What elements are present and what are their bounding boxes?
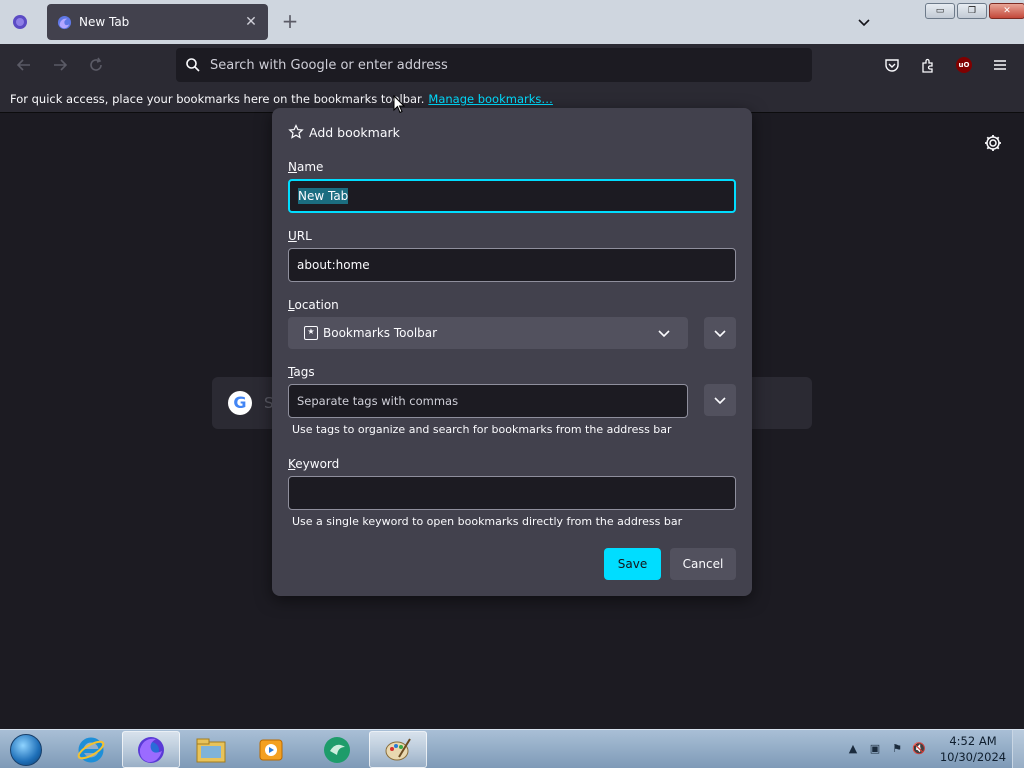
clock-time: 4:52 AM bbox=[949, 734, 997, 748]
taskbar-firefox[interactable] bbox=[122, 731, 180, 768]
keyword-label-rest: eyword bbox=[295, 457, 340, 471]
name-field-value: New Tab bbox=[298, 188, 349, 204]
tags-placeholder: Separate tags with commas bbox=[297, 394, 459, 408]
action-center-flag-icon[interactable]: ⚑ bbox=[889, 740, 905, 756]
ublock-origin-icon[interactable]: uO bbox=[954, 55, 974, 75]
taskbar-paint[interactable] bbox=[369, 731, 427, 768]
taskbar-file-explorer[interactable] bbox=[182, 731, 240, 768]
keyword-hint: Use a single keyword to open bookmarks d… bbox=[292, 515, 683, 528]
taskbar-green-app[interactable] bbox=[308, 731, 366, 768]
keyword-field[interactable] bbox=[288, 476, 736, 510]
pocket-icon[interactable] bbox=[882, 55, 902, 75]
url-label-rest: RL bbox=[296, 229, 312, 243]
url-label-access-key: U bbox=[288, 229, 297, 243]
location-dropdown[interactable]: ★ Bookmarks Toolbar bbox=[288, 317, 688, 349]
google-icon: G bbox=[228, 391, 252, 415]
close-window-button[interactable]: ✕ bbox=[989, 3, 1024, 19]
show-hidden-icons-icon[interactable]: ▲ bbox=[845, 740, 861, 756]
gear-icon[interactable] bbox=[983, 133, 1003, 153]
chevron-down-icon bbox=[714, 397, 726, 405]
search-icon bbox=[186, 58, 200, 72]
windows-logo-icon bbox=[10, 734, 42, 766]
add-bookmark-dialog: Add bookmark Name New Tab URL about:home… bbox=[272, 108, 752, 596]
firefox-icon bbox=[13, 15, 27, 29]
start-button[interactable] bbox=[4, 732, 48, 768]
forward-arrow-icon[interactable] bbox=[50, 55, 70, 75]
minimize-button[interactable]: ▭ bbox=[925, 3, 955, 19]
tags-label: Tags bbox=[288, 365, 315, 379]
address-bar[interactable] bbox=[176, 48, 812, 82]
tab-bar: New Tab ✕ + ▭ ❐ ✕ bbox=[0, 0, 1024, 44]
new-tab-button[interactable]: + bbox=[279, 11, 301, 33]
restore-button[interactable]: ❐ bbox=[957, 3, 987, 19]
back-arrow-icon[interactable] bbox=[14, 55, 34, 75]
tab-new-tab[interactable]: New Tab ✕ bbox=[47, 4, 268, 40]
show-desktop-button[interactable] bbox=[1012, 730, 1024, 768]
taskbar-internet-explorer[interactable] bbox=[62, 731, 120, 768]
volume-muted-icon[interactable]: 🔇 bbox=[911, 740, 927, 756]
location-label: Location bbox=[288, 298, 339, 312]
extensions-icon[interactable] bbox=[918, 55, 938, 75]
taskbar-clock[interactable]: 4:52 AM 10/30/2024 bbox=[938, 733, 1008, 765]
save-button[interactable]: Save bbox=[604, 548, 661, 580]
chevron-down-icon bbox=[714, 330, 726, 338]
tags-field[interactable]: Separate tags with commas bbox=[288, 384, 688, 418]
name-label: Name bbox=[288, 160, 323, 174]
cancel-button[interactable]: Cancel bbox=[670, 548, 736, 580]
windows-taskbar: ▲ ▣ ⚑ 🔇 4:52 AM 10/30/2024 bbox=[0, 729, 1024, 768]
firefox-view-button[interactable] bbox=[6, 8, 34, 36]
location-selected-value: Bookmarks Toolbar bbox=[323, 326, 438, 340]
list-all-tabs-chevron-icon[interactable] bbox=[854, 12, 874, 32]
media-player-icon bbox=[259, 739, 283, 760]
system-tray: ▲ ▣ ⚑ 🔇 bbox=[845, 740, 927, 756]
network-icon[interactable]: ▣ bbox=[867, 740, 883, 756]
tab-title: New Tab bbox=[79, 15, 130, 29]
name-field[interactable]: New Tab bbox=[288, 179, 736, 213]
taskbar-media-player[interactable] bbox=[242, 731, 300, 768]
mouse-cursor-icon bbox=[393, 95, 405, 114]
address-input[interactable] bbox=[210, 57, 770, 73]
url-label: URL bbox=[288, 229, 312, 243]
folder-icon bbox=[196, 738, 226, 762]
ublock-badge: uO bbox=[956, 57, 972, 73]
app-icon bbox=[324, 736, 350, 763]
manage-bookmarks-link[interactable]: Manage bookmarks… bbox=[428, 92, 553, 106]
reload-icon[interactable] bbox=[86, 55, 106, 75]
hamburger-menu-icon[interactable] bbox=[990, 55, 1010, 75]
paint-icon bbox=[385, 737, 411, 760]
bookmarks-toolbar-message: For quick access, place your bookmarks h… bbox=[10, 92, 425, 106]
name-label-rest: ame bbox=[296, 160, 324, 174]
star-icon bbox=[288, 124, 304, 139]
firefox-tab-icon bbox=[57, 15, 72, 29]
keyword-label: Keyword bbox=[288, 457, 339, 471]
tags-label-rest: ags bbox=[293, 365, 315, 379]
url-field-value: about:home bbox=[297, 258, 370, 272]
chevron-down-icon bbox=[658, 330, 670, 338]
dialog-title: Add bookmark bbox=[309, 124, 400, 140]
firefox-icon bbox=[138, 736, 164, 763]
name-label-access-key: N bbox=[288, 160, 297, 174]
dialog-header: Add bookmark bbox=[288, 124, 400, 140]
navigation-toolbar: uO bbox=[0, 44, 1024, 86]
expand-folder-tree-button[interactable] bbox=[704, 317, 736, 349]
expand-tags-button[interactable] bbox=[704, 384, 736, 416]
bookmarks-toolbar-icon: ★ bbox=[304, 326, 318, 340]
clock-date: 10/30/2024 bbox=[939, 750, 1007, 764]
window-controls: ▭ ❐ ✕ bbox=[925, 3, 1024, 19]
tags-hint: Use tags to organize and search for book… bbox=[292, 423, 672, 436]
location-label-rest: ocation bbox=[294, 298, 339, 312]
close-tab-icon[interactable]: ✕ bbox=[240, 11, 262, 33]
internet-explorer-icon bbox=[77, 737, 105, 762]
url-field[interactable]: about:home bbox=[288, 248, 736, 282]
